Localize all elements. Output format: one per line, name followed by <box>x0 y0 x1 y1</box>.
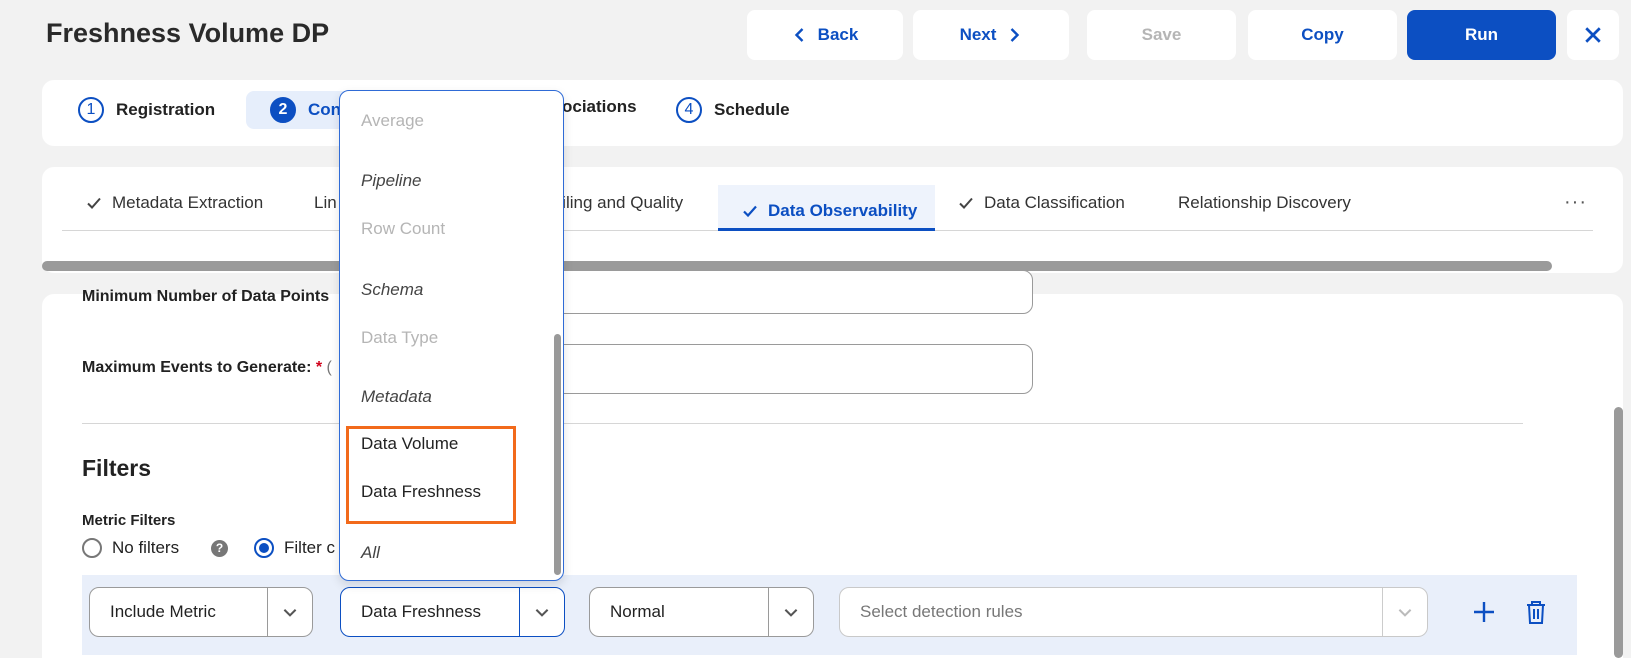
tab-label: Metadata Extraction <box>112 193 264 212</box>
tab-metadata-extraction[interactable]: Metadata Extraction <box>86 193 263 213</box>
detection-rules-select[interactable]: Select detection rules <box>839 587 1428 637</box>
chevron-right-icon <box>1011 28 1020 42</box>
chevron-down-icon[interactable] <box>519 588 564 636</box>
min-data-points-input[interactable] <box>546 270 1033 314</box>
wizard-stepper: 1 Registration 2 Con ociations 4 Schedul… <box>42 80 1623 146</box>
chevron-left-icon <box>794 28 804 42</box>
trash-icon[interactable] <box>1523 599 1549 625</box>
tab-profiling-and-quality[interactable]: ofiling and Quality <box>548 193 683 213</box>
max-events-label: Maximum Events to Generate: * ( <box>82 359 332 377</box>
list-group-header: Metadata <box>361 387 432 406</box>
checkmark-icon <box>87 197 101 209</box>
save-button[interactable]: Save <box>1087 10 1236 60</box>
step-label: Con <box>308 100 342 119</box>
step-number: 2 <box>270 97 296 123</box>
page-title: Freshness Volume DP <box>46 18 330 48</box>
observability-settings-panel: Minimum Number of Data Points Maximum Ev… <box>42 270 1623 658</box>
max-events-label-extra: ( <box>326 359 332 376</box>
more-options-icon[interactable]: ··· <box>1564 191 1587 214</box>
radio-circle-selected <box>254 538 274 558</box>
tab-label: Lin <box>314 193 337 212</box>
no-filters-label: No filters <box>112 538 180 557</box>
step-label: Registration <box>116 100 216 119</box>
min-data-points-label: Minimum Number of Data Points <box>82 288 330 305</box>
no-filters-radio[interactable]: No filters ? <box>82 538 229 558</box>
filter-metrics-radio[interactable]: Filter c <box>254 538 335 558</box>
tab-data-observability[interactable]: Data Observability <box>718 185 936 231</box>
step-number: 1 <box>78 97 104 123</box>
filters-title: Filters <box>82 455 152 481</box>
highlight-annotation <box>346 426 516 524</box>
max-events-input[interactable] <box>546 344 1033 394</box>
step-label: Schedule <box>714 100 790 119</box>
metric-filter-row: Include Metric Data Freshness Normal Sel… <box>82 575 1577 655</box>
dropdown-scrollbar[interactable] <box>554 334 561 575</box>
back-button-label: Back <box>817 25 859 44</box>
tab-label: Relationship Discovery <box>1178 193 1351 212</box>
chevron-down-icon[interactable] <box>768 588 813 636</box>
help-icon[interactable]: ? <box>211 539 229 557</box>
list-group-header: Pipeline <box>361 171 422 190</box>
radio-circle <box>82 538 102 558</box>
metric-filters-label: Metric Filters <box>82 512 176 529</box>
select-value: Include Metric <box>110 602 216 621</box>
step-schedule[interactable]: 4 Schedule <box>676 97 790 123</box>
close-button[interactable] <box>1567 10 1619 60</box>
list-item: Row Count <box>361 219 446 238</box>
tab-relationship-discovery[interactable]: Relationship Discovery <box>1178 193 1351 213</box>
tab-label: ofiling and Quality <box>548 193 684 212</box>
step-associations[interactable]: ociations <box>562 97 637 117</box>
list-group-header: All <box>361 543 380 562</box>
select-value: Normal <box>610 602 665 621</box>
checkmark-icon <box>743 205 757 217</box>
tab-data-classification[interactable]: Data Classification <box>958 193 1125 213</box>
copy-button[interactable]: Copy <box>1248 10 1397 60</box>
capability-tabs: Metadata Extraction Lin ofiling and Qual… <box>42 167 1623 273</box>
back-button[interactable]: Back <box>747 10 903 60</box>
select-placeholder: Select detection rules <box>860 602 1023 621</box>
chevron-down-icon[interactable] <box>1382 588 1427 636</box>
severity-select[interactable]: Normal <box>589 587 814 637</box>
list-item: Data Type <box>361 328 439 347</box>
tab-label: Data Classification <box>984 193 1125 212</box>
plus-icon[interactable] <box>1471 599 1497 625</box>
tab-label: Data Observability <box>768 200 918 220</box>
required-marker: * <box>315 359 323 376</box>
run-button-label: Run <box>1464 25 1499 44</box>
select-value: Data Freshness <box>361 602 481 621</box>
metric-select[interactable]: Data Freshness <box>340 587 565 637</box>
include-metric-select[interactable]: Include Metric <box>89 587 313 637</box>
copy-button-label: Copy <box>1301 25 1344 44</box>
filter-option-label: Filter c <box>284 538 335 557</box>
run-button[interactable]: Run <box>1407 10 1556 60</box>
checkmark-icon <box>959 197 973 209</box>
close-icon <box>1585 27 1601 43</box>
section-divider <box>82 423 1523 424</box>
list-item: Average <box>361 111 425 130</box>
step-label: ociations <box>562 97 637 116</box>
step-registration[interactable]: 1 Registration <box>78 97 215 123</box>
max-events-label-text: Maximum Events to Generate: <box>82 359 312 376</box>
list-group-header: Schema <box>361 280 424 299</box>
chevron-down-icon[interactable] <box>267 588 312 636</box>
tab-lineage[interactable]: Lin <box>314 193 337 213</box>
save-button-label: Save <box>1141 25 1182 44</box>
next-button-label: Next <box>959 25 997 44</box>
step-number: 4 <box>676 97 702 123</box>
next-button[interactable]: Next <box>913 10 1069 60</box>
vertical-scrollbar[interactable] <box>1614 407 1623 658</box>
